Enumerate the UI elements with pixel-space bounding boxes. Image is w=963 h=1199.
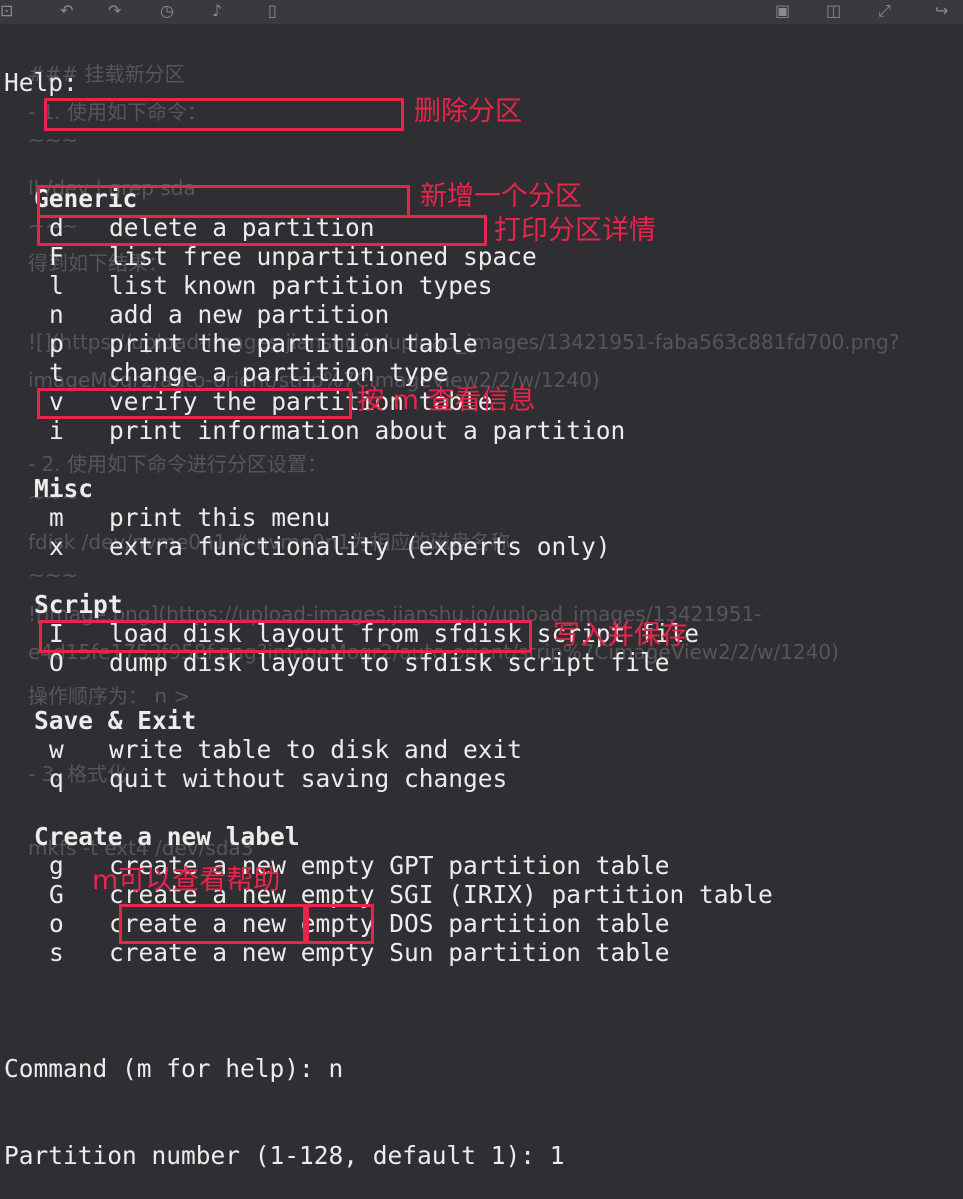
section-header: Save & Exit bbox=[34, 706, 197, 735]
command-row: t change a partition type bbox=[4, 358, 773, 387]
command-description: quit without saving changes bbox=[109, 764, 508, 793]
command-key: q bbox=[49, 764, 64, 793]
write-highlight bbox=[39, 620, 532, 653]
command-row: x extra functionality (experts only) bbox=[4, 532, 773, 561]
command-row: m print this menu bbox=[4, 503, 773, 532]
command-key: i bbox=[49, 416, 64, 445]
help-highlight bbox=[119, 904, 306, 944]
disk-icon[interactable]: ▣ bbox=[775, 0, 790, 22]
menu-annotation: 按 m 查看信息 bbox=[357, 385, 536, 416]
share-icon[interactable]: ↪ bbox=[935, 0, 948, 22]
command-description: change a partition type bbox=[109, 358, 449, 387]
command-key: o bbox=[49, 909, 64, 938]
delete-annotation: 删除分区 bbox=[414, 96, 522, 127]
command-row: w write table to disk and exit bbox=[4, 735, 773, 764]
command-description: print this menu bbox=[109, 503, 331, 532]
command-row: n add a new partition bbox=[4, 300, 773, 329]
command-key: p bbox=[49, 329, 64, 358]
section-header: Script bbox=[34, 590, 123, 619]
command-row: l list known partition types bbox=[4, 271, 773, 300]
help-title: Help: bbox=[4, 68, 78, 97]
command-key: w bbox=[49, 735, 64, 764]
command-description: list known partition types bbox=[109, 271, 493, 300]
new-highlight bbox=[37, 185, 410, 218]
command-row: q quit without saving changes bbox=[4, 764, 773, 793]
partition-number-line: Partition number (1-128, default 1): 1 bbox=[4, 1141, 565, 1170]
command-key: F bbox=[49, 242, 64, 271]
command-row: p print the partition table bbox=[4, 329, 773, 358]
command-key: s bbox=[49, 938, 64, 967]
command-description: print information about a partition bbox=[109, 416, 626, 445]
command-description: list free unpartitioned space bbox=[109, 242, 537, 271]
command-key: n bbox=[49, 300, 64, 329]
command-description: add a new partition bbox=[109, 300, 390, 329]
delete-highlight bbox=[44, 98, 404, 131]
menu-highlight bbox=[37, 388, 352, 419]
new-annotation: 新增一个分区 bbox=[420, 181, 582, 212]
command-row: Flist free unpartitioned space bbox=[4, 242, 773, 271]
print-highlight bbox=[37, 215, 487, 246]
command-key: x bbox=[49, 532, 64, 561]
write-annotation: 写入并保存 bbox=[553, 620, 688, 651]
split-view-icon[interactable]: ◫ bbox=[826, 0, 841, 22]
command-description: extra functionality (experts only) bbox=[109, 532, 611, 561]
section-header: Misc bbox=[34, 474, 94, 503]
command-description: write table to disk and exit bbox=[109, 735, 523, 764]
fullscreen-icon[interactable]: ⤢ bbox=[878, 0, 891, 22]
command-key: l bbox=[49, 271, 64, 300]
section-header: Create a new label bbox=[34, 822, 300, 851]
n-highlight bbox=[306, 904, 374, 944]
command-key: t bbox=[49, 358, 64, 387]
command-key: m bbox=[49, 503, 64, 532]
print-annotation: 打印分区详情 bbox=[494, 215, 656, 246]
command-description: print the partition table bbox=[109, 329, 478, 358]
command-prompt[interactable]: Command (m for help): n bbox=[4, 1054, 773, 1083]
command-row: i print information about a partition bbox=[4, 416, 773, 445]
help-annotation: m可以查看帮助 bbox=[92, 865, 281, 896]
